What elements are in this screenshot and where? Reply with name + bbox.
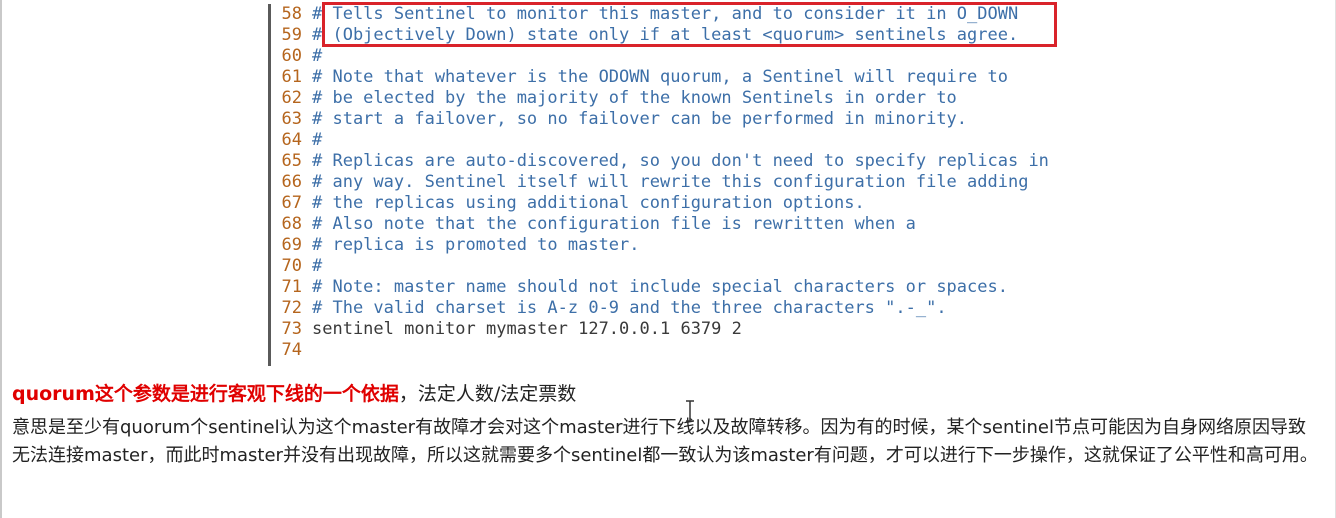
comment-text: #	[312, 256, 323, 276]
code-line: 74	[278, 340, 1049, 361]
code-line: 69 # replica is promoted to master.	[278, 235, 1049, 256]
notes-section: quorum这个参数是进行客观下线的一个依据，法定人数/法定票数 意思是至少有q…	[12, 380, 1322, 470]
comment-text: # Note: master name should not include s…	[312, 277, 1008, 297]
line-number: 72	[281, 298, 302, 318]
code-line: 60 #	[278, 46, 1049, 67]
line-number: 66	[281, 172, 302, 192]
config-directive-text: sentinel monitor mymaster 127.0.0.1 6379…	[312, 319, 742, 339]
comment-text: #	[312, 130, 323, 150]
code-line: 70 #	[278, 256, 1049, 277]
notes-heading: quorum这个参数是进行客观下线的一个依据，法定人数/法定票数	[12, 380, 1322, 408]
code-line: 72 # The valid charset is A-z 0-9 and the…	[278, 298, 1049, 319]
code-line: 68 # Also note that the configuration fil…	[278, 214, 1049, 235]
comment-text: #	[312, 46, 323, 66]
line-number: 73	[281, 319, 302, 339]
explanation-paragraph: 意思是至少有quorum个sentinel认为这个master有故障才会对这个m…	[12, 417, 1318, 466]
comment-text: # Replicas are auto-discovered, so you d…	[312, 151, 1049, 171]
code-line: 67 # the replicas using additional config…	[278, 193, 1049, 214]
line-number: 70	[281, 256, 302, 276]
heading-bold-text: quorum这个参数是进行客观下线的一个依据	[12, 383, 399, 405]
code-line: 62 # be elected by the majority of the kn…	[278, 88, 1049, 109]
line-number: 61	[281, 67, 302, 87]
comment-text: # any way. Sentinel itself will rewrite …	[312, 172, 1029, 192]
line-number: 74	[281, 340, 302, 360]
line-number: 67	[281, 193, 302, 213]
comment-text: # the replicas using additional configur…	[312, 193, 865, 213]
line-number: 58	[281, 4, 302, 24]
line-number: 68	[281, 214, 302, 234]
left-window-border	[0, 0, 2, 518]
comment-text: # The valid charset is A-z 0-9 and the t…	[312, 298, 947, 318]
code-line: 65 # Replicas are auto-discovered, so you…	[278, 151, 1049, 172]
config-file-editor[interactable]: 58 # Tells Sentinel to monitor this maste…	[268, 4, 1328, 366]
i-beam-cursor-icon	[686, 400, 694, 422]
comment-text: # replica is promoted to master.	[312, 235, 640, 255]
comment-text: # Also note that the configuration file …	[312, 214, 916, 234]
line-number: 65	[281, 151, 302, 171]
code-line: 73 sentinel monitor mymaster 127.0.0.1 63…	[278, 319, 1049, 340]
comment-text: # start a failover, so no failover can b…	[312, 109, 968, 129]
line-number: 64	[281, 130, 302, 150]
screenshot-page: 58 # Tells Sentinel to monitor this maste…	[0, 0, 1336, 518]
heading-rest-text: ，法定人数/法定票数	[398, 383, 577, 405]
line-number: 60	[281, 46, 302, 66]
line-number: 63	[281, 109, 302, 129]
comment-text: # Note that whatever is the ODOWN quorum…	[312, 67, 1008, 87]
code-line: 61 # Note that whatever is the ODOWN quor…	[278, 67, 1049, 88]
code-lines: 58 # Tells Sentinel to monitor this maste…	[278, 4, 1049, 361]
code-line: 71 # Note: master name should not include…	[278, 277, 1049, 298]
line-number: 62	[281, 88, 302, 108]
code-line: 64 #	[278, 130, 1049, 151]
comment-text: # be elected by the majority of the know…	[312, 88, 957, 108]
gutter-divider	[268, 4, 271, 366]
line-number: 59	[281, 25, 302, 45]
line-number: 71	[281, 277, 302, 297]
highlight-box	[322, 2, 1057, 47]
code-line: 63 # start a failover, so no failover can…	[278, 109, 1049, 130]
line-number: 69	[281, 235, 302, 255]
code-line: 66 # any way. Sentinel itself will rewrit…	[278, 172, 1049, 193]
